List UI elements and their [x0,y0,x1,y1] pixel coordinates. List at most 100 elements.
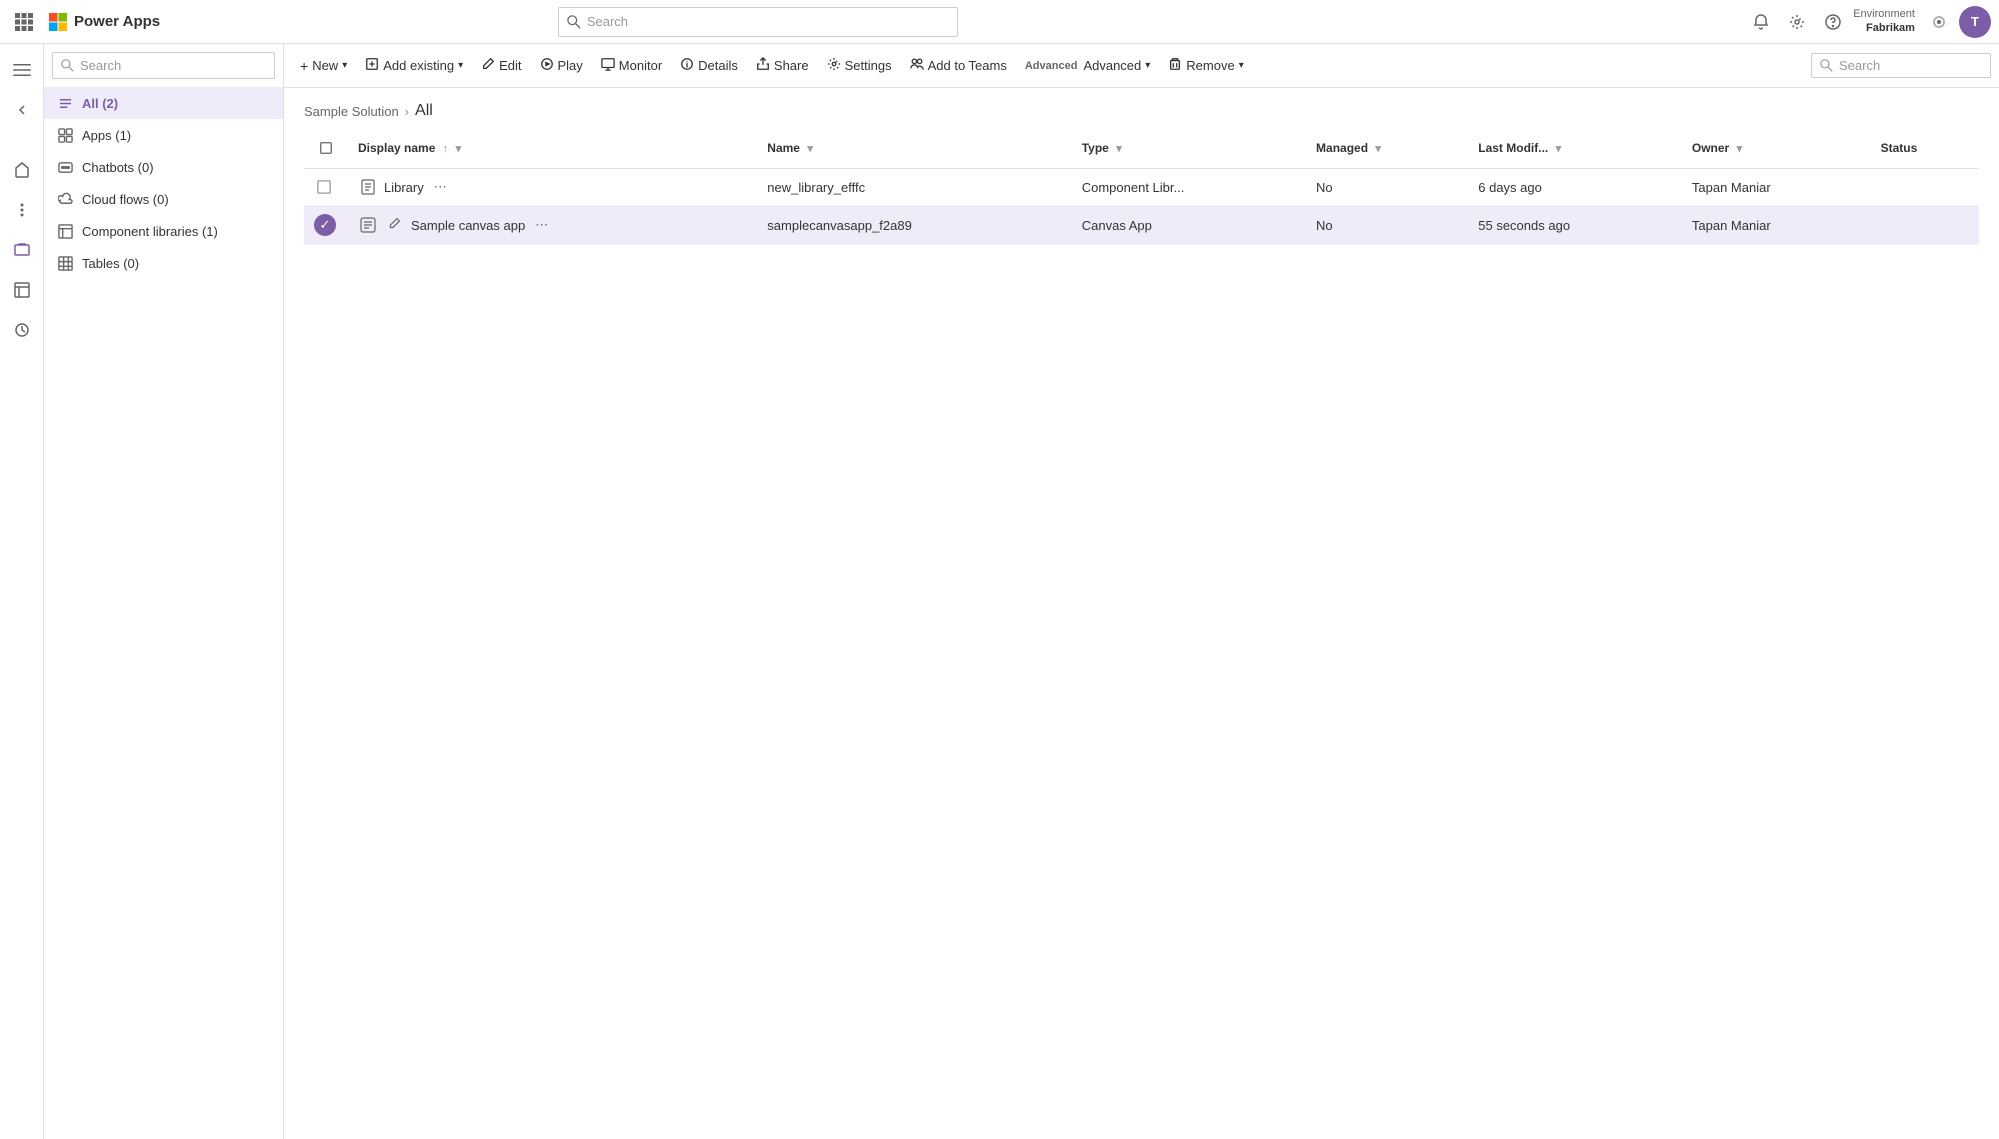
waffle-menu-button[interactable] [8,6,40,38]
new-label: New [312,58,338,73]
history-icon[interactable] [4,312,40,348]
row2-displayname-cell: Sample canvas app ⋯ [348,206,757,245]
row2-edit-button[interactable] [384,215,405,235]
col-name[interactable]: Name ▾ [757,128,1071,169]
col-type-sort[interactable]: ▾ [1116,143,1122,155]
addexisting-dropdown-icon: ▾ [458,60,463,71]
sidebar-item-apps[interactable]: Apps (1) [44,119,283,151]
sidebar-item-all[interactable]: All (2) [44,87,283,119]
col-name-sort[interactable]: ▾ [807,143,813,155]
table-icon[interactable] [4,272,40,308]
env-name: Fabrikam [1866,22,1915,35]
row1-more-button[interactable]: ⋯ [430,177,451,197]
col-status: Status [1871,128,1979,169]
col-lastmodif-label: Last Modif... [1478,141,1548,155]
table-row: ✓ Sample canvas app ⋯ [304,206,1979,245]
main-layout: Search All (2) Apps (1) Chatbots (0) [0,44,1999,1139]
settings-button[interactable] [1781,6,1813,38]
new-icon: + [300,58,308,74]
app-name: Power Apps [74,13,160,30]
col-owner-sort[interactable]: ▾ [1737,143,1743,155]
col-type[interactable]: Type ▾ [1072,128,1306,169]
sidebar-item-cloudflows[interactable]: Cloud flows (0) [44,183,283,215]
col-lastmodif[interactable]: Last Modif... ▾ [1468,128,1682,169]
col-displayname[interactable]: Display name ↑ ▾ [348,128,757,169]
sidebar-item-cloudflows-label: Cloud flows (0) [82,192,169,207]
nav-menu-button[interactable] [4,52,40,88]
row1-select-cell[interactable] [304,169,348,206]
details-icon [680,57,694,74]
col-select-all[interactable] [304,128,348,169]
new-dropdown-icon: ▾ [342,60,347,71]
top-nav: Power Apps Search Environment Fabrikam T [0,0,1999,44]
advanced-dropdown-icon: ▾ [1145,60,1150,71]
addexisting-button[interactable]: Add existing ▾ [357,51,471,80]
monitor-button[interactable]: Monitor [593,51,670,80]
help-button[interactable] [1817,6,1849,38]
sidebar-search[interactable]: Search [52,52,275,79]
details-button[interactable]: Details [672,51,746,80]
sidebar-item-complibs-label: Component libraries (1) [82,224,218,239]
share-icon [756,57,770,74]
copilot-button[interactable] [1923,6,1955,38]
row1-type: Component Libr... [1072,169,1306,206]
row1-displayname[interactable]: Library [384,180,424,195]
sidebar-item-complibs[interactable]: Component libraries (1) [44,215,283,247]
more-button[interactable] [4,192,40,228]
row2-owner: Tapan Maniar [1682,206,1871,245]
row2-selected-check[interactable]: ✓ [314,214,336,236]
row1-name: new_library_efffc [757,169,1071,206]
cloudflows-icon [56,190,74,208]
row2-select-cell[interactable]: ✓ [304,206,348,245]
sidebar-item-chatbots[interactable]: Chatbots (0) [44,151,283,183]
row2-name-cell: Sample canvas app ⋯ [358,215,747,235]
advanced-button[interactable]: Advanced Advanced ▾ [1017,52,1158,79]
environment-info: Environment Fabrikam [1853,8,1915,34]
sidebar-item-tables[interactable]: Tables (0) [44,247,283,279]
row2-type-icon [358,215,378,235]
remove-button[interactable]: Remove ▾ [1160,51,1251,80]
global-search-placeholder: Search [587,14,628,29]
col-owner[interactable]: Owner ▾ [1682,128,1871,169]
settings-cmd-button[interactable]: Settings [819,51,900,80]
home-icon[interactable] [4,152,40,188]
solutions-icon[interactable] [4,232,40,268]
global-search-box[interactable]: Search [558,7,958,37]
notifications-button[interactable] [1745,6,1777,38]
row1-displayname-cell: Library ⋯ [348,169,757,206]
col-displayname-sort-dropdown[interactable]: ▾ [456,143,462,155]
cmd-search-box[interactable]: Search [1811,53,1991,78]
play-button[interactable]: Play [532,51,591,80]
col-lastmodif-sort[interactable]: ▾ [1556,143,1562,155]
remove-label: Remove [1186,58,1234,73]
breadcrumb-parent[interactable]: Sample Solution [304,104,399,119]
advanced-text: Advanced [1083,58,1141,73]
col-managed-sort[interactable]: ▾ [1375,143,1381,155]
row2-more-button[interactable]: ⋯ [531,215,552,235]
breadcrumb-separator: › [405,104,409,119]
select-all-button[interactable] [314,136,338,160]
col-name-label: Name [767,141,800,155]
edit-icon [481,57,495,74]
play-icon [540,57,554,74]
addexisting-icon [365,57,379,74]
cmd-search-placeholder: Search [1839,58,1880,73]
breadcrumb-current: All [415,102,433,120]
addtoteams-button[interactable]: Add to Teams [902,51,1015,80]
row1-owner: Tapan Maniar [1682,169,1871,206]
tables-icon [56,254,74,272]
monitor-icon [601,57,615,74]
user-avatar[interactable]: T [1959,6,1991,38]
row2-displayname[interactable]: Sample canvas app [411,218,525,233]
row1-checkbox[interactable] [314,177,334,197]
sidebar: Search All (2) Apps (1) Chatbots (0) [44,44,284,1139]
data-table: Display name ↑ ▾ Name ▾ Type ▾ [284,128,1999,1139]
table-row: Library ⋯ new_library_efffc Component Li… [304,169,1979,206]
settings-cmd-icon [827,57,841,74]
new-button[interactable]: + New ▾ [292,52,355,80]
edit-button[interactable]: Edit [473,51,529,80]
share-button[interactable]: Share [748,51,817,80]
brand-logo: Power Apps [48,12,160,32]
back-button[interactable] [4,92,40,128]
col-managed[interactable]: Managed ▾ [1306,128,1468,169]
